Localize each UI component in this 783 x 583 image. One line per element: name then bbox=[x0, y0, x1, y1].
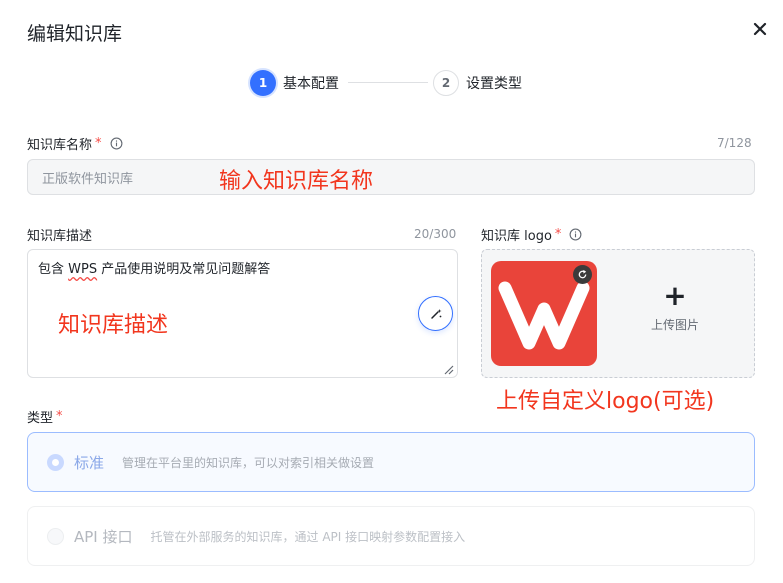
ai-generate-button[interactable] bbox=[418, 296, 453, 331]
radio-unselected[interactable] bbox=[47, 527, 64, 545]
close-icon[interactable] bbox=[752, 21, 768, 37]
type-field-label: 类型 * bbox=[27, 407, 63, 426]
required-mark: * bbox=[554, 227, 562, 242]
type-option-name: 标准 bbox=[74, 453, 105, 472]
type-option-api[interactable]: API 接口 托管在外部服务的知识库，通过 API 接口映射参数配置接入 bbox=[27, 506, 755, 566]
plus-icon: + bbox=[663, 279, 687, 312]
name-input-value: 正版软件知识库 bbox=[42, 171, 134, 187]
upload-label: 上传图片 bbox=[650, 318, 699, 332]
desc-text: 包含 WPS 产品使用说明及常见问题解答 bbox=[38, 262, 271, 277]
desc-char-counter: 20/300 bbox=[414, 227, 457, 241]
upload-image-button[interactable]: + 上传图片 bbox=[620, 280, 730, 350]
info-icon[interactable] bbox=[569, 228, 582, 241]
name-label-text: 知识库名称 bbox=[27, 138, 93, 153]
step-label: 基本配置 bbox=[283, 76, 339, 92]
desc-field-label: 知识库描述 bbox=[27, 225, 92, 244]
step-basic-config[interactable]: 1 基本配置 bbox=[250, 70, 339, 96]
type-label-text: 类型 bbox=[27, 411, 54, 426]
step-number: 2 bbox=[433, 70, 459, 96]
dialog-title: 编辑知识库 bbox=[27, 23, 123, 45]
magic-wand-icon bbox=[430, 308, 441, 319]
type-option-standard[interactable]: 标准 管理在平台里的知识库，可以对索引相关做设置 bbox=[27, 432, 755, 492]
name-field-label: 知识库名称 * bbox=[27, 134, 123, 153]
annotation-logo: 上传自定义logo(可选) bbox=[496, 389, 715, 414]
info-icon[interactable] bbox=[110, 137, 123, 150]
name-char-counter: 7/128 bbox=[717, 136, 752, 150]
type-option-name: API 接口 bbox=[74, 527, 133, 546]
required-mark: * bbox=[56, 409, 63, 424]
step-connector bbox=[348, 82, 428, 83]
desc-label-text: 知识库描述 bbox=[27, 229, 93, 244]
resize-handle-icon[interactable] bbox=[443, 364, 454, 375]
annotation-desc: 知识库描述 bbox=[58, 313, 169, 338]
logo-field-label: 知识库 logo * bbox=[481, 225, 582, 244]
step-type-config[interactable]: 2 设置类型 bbox=[433, 70, 522, 96]
refresh-logo-button[interactable] bbox=[573, 265, 592, 284]
name-input[interactable]: 正版软件知识库 bbox=[27, 159, 755, 195]
type-option-desc: 管理在平台里的知识库，可以对索引相关做设置 bbox=[122, 455, 375, 470]
refresh-icon bbox=[578, 269, 587, 279]
type-option-desc: 托管在外部服务的知识库，通过 API 接口映射参数配置接入 bbox=[150, 529, 466, 544]
logo-label-text: 知识库 logo bbox=[481, 229, 552, 244]
required-mark: * bbox=[95, 136, 102, 151]
step-label: 设置类型 bbox=[466, 76, 522, 92]
step-number: 1 bbox=[250, 70, 276, 96]
annotation-name: 输入知识库名称 bbox=[219, 169, 374, 194]
radio-selected[interactable] bbox=[47, 453, 64, 471]
